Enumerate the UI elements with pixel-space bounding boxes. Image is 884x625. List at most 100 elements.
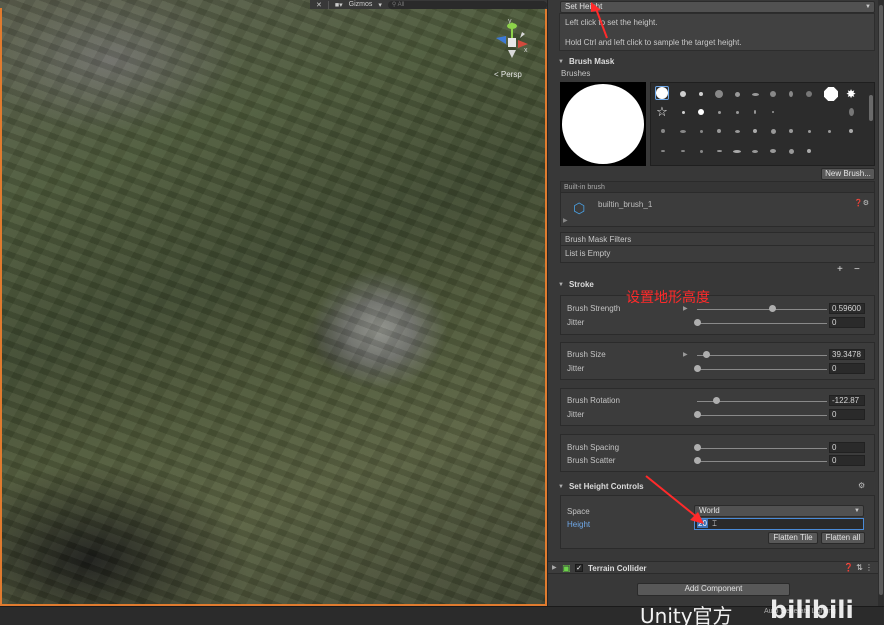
brush-size-track[interactable] bbox=[697, 355, 827, 356]
brush-cell[interactable] bbox=[695, 106, 707, 118]
settings-icon[interactable]: ⚙ bbox=[858, 481, 865, 490]
brush-cell[interactable] bbox=[803, 125, 815, 137]
brush-cell[interactable] bbox=[845, 106, 857, 118]
flatten-all-button[interactable]: Flatten all bbox=[821, 532, 865, 544]
brush-rotation-knob[interactable] bbox=[713, 397, 720, 404]
brush-strength-field[interactable]: 0.59600 bbox=[829, 303, 865, 314]
foldout-arrow-icon[interactable]: ▶ bbox=[683, 351, 688, 358]
brushes-label: Brushes bbox=[561, 69, 591, 78]
brush-cell[interactable] bbox=[749, 106, 761, 118]
set-height-controls-header[interactable]: ▼ Set Height Controls bbox=[558, 481, 644, 492]
inspector-scrollbar[interactable] bbox=[878, 0, 884, 606]
mask-filters-title: Brush Mask Filters bbox=[561, 233, 874, 246]
terrain-collider-header[interactable]: ▶ ▣ ✓ Terrain Collider ❓ ⇅ ⋮ bbox=[548, 561, 879, 574]
annotation-text: 设置地形高度 bbox=[626, 290, 710, 306]
brush-cell[interactable] bbox=[785, 88, 797, 100]
brush-cell[interactable] bbox=[845, 125, 857, 137]
toolbar-separator bbox=[327, 0, 329, 9]
stroke-header[interactable]: ▼ Stroke bbox=[558, 279, 594, 290]
brush-rotation-field[interactable]: -122.87 bbox=[829, 395, 865, 406]
camera-icon[interactable]: ■▾ bbox=[335, 1, 343, 9]
brush-cell[interactable]: ✸ bbox=[845, 88, 857, 100]
brush-size-field[interactable]: 39.3478 bbox=[829, 349, 865, 360]
height-input[interactable]: 20 ⌶ bbox=[694, 518, 864, 530]
brush-scatter-field[interactable]: 0 bbox=[829, 455, 865, 466]
strength-jitter-knob[interactable] bbox=[694, 319, 701, 326]
brush-cell[interactable] bbox=[749, 145, 761, 157]
close-icon[interactable]: ✕ bbox=[316, 1, 322, 9]
brush-palette-scrollbar[interactable] bbox=[869, 85, 873, 163]
brush-cell[interactable] bbox=[657, 125, 669, 137]
brush-cell[interactable] bbox=[677, 106, 689, 118]
brush-cell[interactable] bbox=[713, 106, 725, 118]
brush-cell[interactable] bbox=[749, 88, 761, 100]
brush-cell[interactable] bbox=[767, 125, 779, 137]
brush-mask-header[interactable]: ▼ Brush Mask bbox=[558, 56, 614, 67]
component-menu-icon[interactable]: ❓ ⇅ ⋮ bbox=[844, 563, 873, 572]
brush-cell[interactable] bbox=[695, 125, 707, 137]
rotation-jitter-track[interactable] bbox=[697, 415, 827, 416]
brush-cell[interactable] bbox=[695, 145, 707, 157]
brush-cell[interactable] bbox=[677, 125, 689, 137]
brush-scatter-track[interactable] bbox=[697, 461, 827, 462]
brush-palette[interactable]: ✸ ☆ bbox=[650, 82, 875, 166]
add-component-button[interactable]: Add Component bbox=[637, 583, 790, 596]
brush-cell[interactable] bbox=[785, 145, 797, 157]
scene-search-input[interactable]: ⚲ All bbox=[387, 0, 547, 9]
brush-cell[interactable] bbox=[803, 88, 815, 100]
brush-cell[interactable] bbox=[749, 125, 761, 137]
rotation-jitter-field[interactable]: 0 bbox=[829, 409, 865, 420]
rotation-jitter-knob[interactable] bbox=[694, 411, 701, 418]
chevron-down-icon[interactable]: ▾ bbox=[378, 1, 382, 9]
foldout-arrow-icon[interactable]: ▶ bbox=[563, 217, 568, 224]
brush-cell[interactable] bbox=[731, 145, 743, 157]
remove-filter-button[interactable]: − bbox=[854, 264, 860, 275]
gizmos-button[interactable]: Gizmos bbox=[349, 1, 373, 8]
space-dropdown[interactable]: World ▼ bbox=[694, 505, 864, 517]
scene-view[interactable] bbox=[0, 0, 547, 606]
builtin-brush-header: Built-in brush bbox=[561, 182, 874, 193]
brush-cell[interactable] bbox=[823, 125, 835, 137]
scrollbar-thumb[interactable] bbox=[879, 5, 883, 595]
brush-cell[interactable]: ☆ bbox=[655, 104, 669, 118]
strength-jitter-field[interactable]: 0 bbox=[829, 317, 865, 328]
foldout-arrow-icon: ▼ bbox=[558, 483, 564, 490]
brush-strength-track[interactable] bbox=[697, 309, 827, 310]
enabled-checkbox[interactable]: ✓ bbox=[575, 564, 583, 572]
brush-cell-selected[interactable] bbox=[655, 86, 669, 100]
set-height-controls-title: Set Height Controls bbox=[568, 482, 644, 491]
brush-shape bbox=[562, 84, 644, 164]
size-jitter-knob[interactable] bbox=[694, 365, 701, 372]
brush-cell[interactable] bbox=[823, 86, 839, 102]
size-jitter-field[interactable]: 0 bbox=[829, 363, 865, 374]
brush-cell[interactable] bbox=[767, 106, 779, 118]
brush-cell[interactable] bbox=[731, 106, 743, 118]
brush-cell[interactable] bbox=[677, 145, 689, 157]
brush-scatter-knob[interactable] bbox=[694, 457, 701, 464]
brush-cell[interactable] bbox=[713, 88, 725, 100]
brush-size-knob[interactable] bbox=[703, 351, 710, 358]
orientation-gizmo[interactable]: y x < Persp bbox=[492, 14, 532, 79]
brush-cell[interactable] bbox=[657, 145, 669, 157]
brush-strength-knob[interactable] bbox=[769, 305, 776, 312]
add-filter-button[interactable]: + bbox=[837, 264, 843, 275]
size-jitter-track[interactable] bbox=[697, 369, 827, 370]
brush-cell[interactable] bbox=[677, 88, 689, 100]
brush-cell[interactable] bbox=[731, 125, 743, 137]
brush-spacing-field[interactable]: 0 bbox=[829, 442, 865, 453]
brush-spacing-track[interactable] bbox=[697, 448, 827, 449]
help-icon[interactable]: ❓⚙ bbox=[854, 199, 869, 207]
brush-cell[interactable] bbox=[713, 125, 725, 137]
brush-cell[interactable] bbox=[803, 145, 815, 157]
brush-spacing-knob[interactable] bbox=[694, 444, 701, 451]
brush-cell[interactable] bbox=[767, 145, 779, 157]
brush-cell[interactable] bbox=[731, 88, 743, 100]
flatten-tile-button[interactable]: Flatten Tile bbox=[768, 532, 818, 544]
brush-cell[interactable] bbox=[695, 88, 707, 100]
brush-cell[interactable] bbox=[785, 125, 797, 137]
brush-cell[interactable] bbox=[767, 88, 779, 100]
brush-cell[interactable] bbox=[713, 145, 725, 157]
camera-mode-label[interactable]: < Persp bbox=[494, 70, 522, 79]
new-brush-button[interactable]: New Brush... bbox=[821, 168, 875, 180]
strength-jitter-track[interactable] bbox=[697, 323, 827, 324]
